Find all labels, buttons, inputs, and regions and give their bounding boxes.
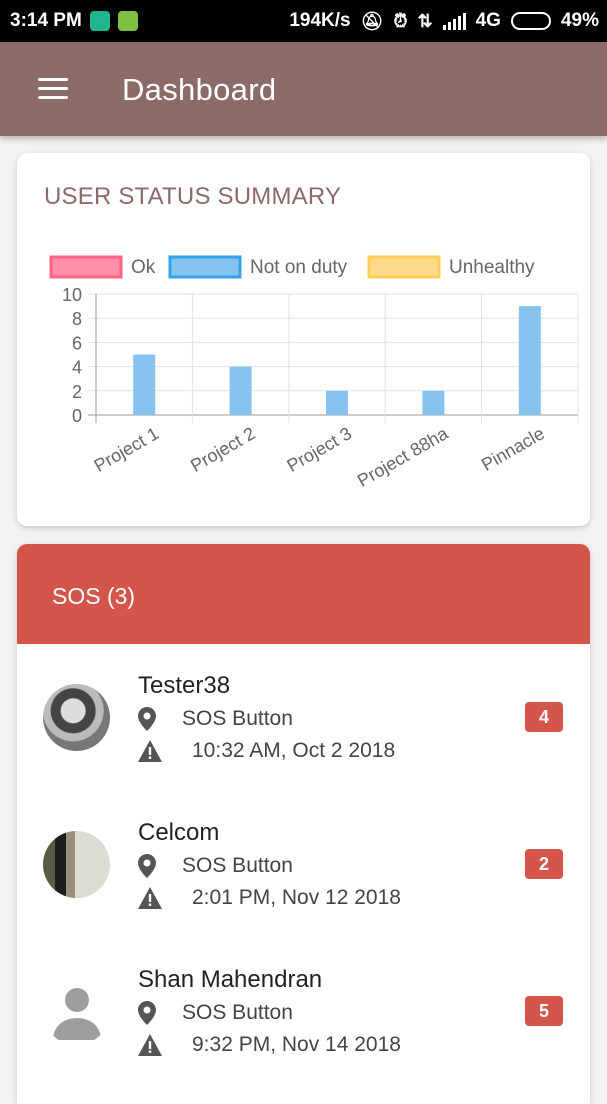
legend-label: Ok <box>131 257 156 278</box>
avatar <box>43 978 110 1045</box>
bar <box>229 366 252 415</box>
x-tick-label: Pinnacle <box>478 423 548 475</box>
user-status-summary-card: USER STATUS SUMMARY Ok Not on duty Unhealt… <box>17 153 590 526</box>
sos-user-name: Celcom <box>138 819 220 846</box>
sos-type: SOS Button <box>182 854 293 877</box>
status-bar: 3:14 PM 194K/s 🔕︎ ⏰︎ ⇅ 4G 49% <box>0 0 607 42</box>
sos-card: SOS (3) Tester38 SOS Button 10:32 AM, Oc… <box>17 544 590 1104</box>
signal-icon <box>442 12 466 30</box>
mute-icon: 🔕︎ <box>360 10 384 31</box>
sos-type: SOS Button <box>182 1001 293 1024</box>
warning-icon <box>138 887 162 909</box>
bar <box>422 390 445 415</box>
sos-user-name: Shan Mahendran <box>138 966 323 993</box>
x-tick-label: Project 1 <box>91 423 163 476</box>
status-bar-right: 194K/s 🔕︎ ⏰︎ ⇅ 4G 49% <box>289 10 599 32</box>
legend-swatch <box>367 255 441 279</box>
default-user-icon <box>53 988 101 1040</box>
warning-icon <box>138 740 162 762</box>
x-tick-label: Project 3 <box>283 423 355 476</box>
avatar <box>43 684 110 751</box>
sos-list-item[interactable]: Tester38 SOS Button 10:32 AM, Oct 2 2018… <box>17 644 590 791</box>
sos-count-badge: 4 <box>525 702 563 732</box>
y-tick-label: 2 <box>72 382 82 402</box>
sos-count-badge: 5 <box>525 996 563 1026</box>
y-tick-label: 0 <box>72 406 82 426</box>
legend-swatch <box>168 255 242 279</box>
sos-time: 9:32 PM, Nov 14 2018 <box>192 1033 401 1056</box>
sos-time: 10:32 AM, Oct 2 2018 <box>192 739 396 762</box>
bar <box>326 390 348 415</box>
sos-user-name: Tester38 <box>138 672 231 699</box>
sos-header[interactable]: SOS (3) <box>17 544 590 644</box>
legend-label: Unhealthy <box>449 257 535 278</box>
battery-icon <box>510 12 551 30</box>
page-title: Dashboard <box>122 72 277 107</box>
location-pin-icon <box>138 854 156 878</box>
bar <box>518 306 541 415</box>
x-tick-label: Project 2 <box>187 423 259 476</box>
sos-type: SOS Button <box>182 707 293 730</box>
warning-icon <box>138 1034 162 1056</box>
app-bar: Dashboard <box>0 42 607 136</box>
shield-app-icon <box>89 11 110 31</box>
sos-title: SOS (3) <box>52 583 136 609</box>
network-speed: 194K/s <box>289 10 351 31</box>
network-type: 4G <box>475 10 501 31</box>
status-time: 3:14 PM <box>10 10 82 31</box>
bar <box>133 354 156 415</box>
status-bar-left: 3:14 PM <box>10 10 138 32</box>
sos-time: 2:01 PM, Nov 12 2018 <box>192 886 401 909</box>
sos-count-badge: 2 <box>525 849 563 879</box>
alarm-icon: ⏰︎ <box>393 10 408 31</box>
status-bar-chart: Ok Not on duty Unhealthy 10 8 6 4 2 0 Project 1 Pr… <box>49 255 579 491</box>
y-tick-label: 10 <box>62 285 82 305</box>
x-tick-label: Project 88ha <box>354 423 452 491</box>
menu-icon[interactable] <box>36 76 70 102</box>
y-tick-label: 6 <box>72 333 82 353</box>
sos-list-item[interactable]: Celcom SOS Button 2:01 PM, Nov 12 2018 2 <box>17 791 590 938</box>
battery-percent: 49% <box>560 10 599 31</box>
data-arrows-icon: ⇅ <box>417 10 433 31</box>
legend-swatch <box>49 255 123 279</box>
avatar <box>43 831 110 898</box>
sos-list-item[interactable]: Shan Mahendran SOS Button 9:32 PM, Nov 1… <box>17 938 590 1085</box>
y-tick-label: 4 <box>72 358 82 378</box>
android-app-icon <box>117 11 138 31</box>
legend-label: Not on duty <box>250 257 348 278</box>
location-pin-icon <box>138 1001 156 1025</box>
location-pin-icon <box>138 707 156 731</box>
y-tick-label: 8 <box>72 309 82 329</box>
